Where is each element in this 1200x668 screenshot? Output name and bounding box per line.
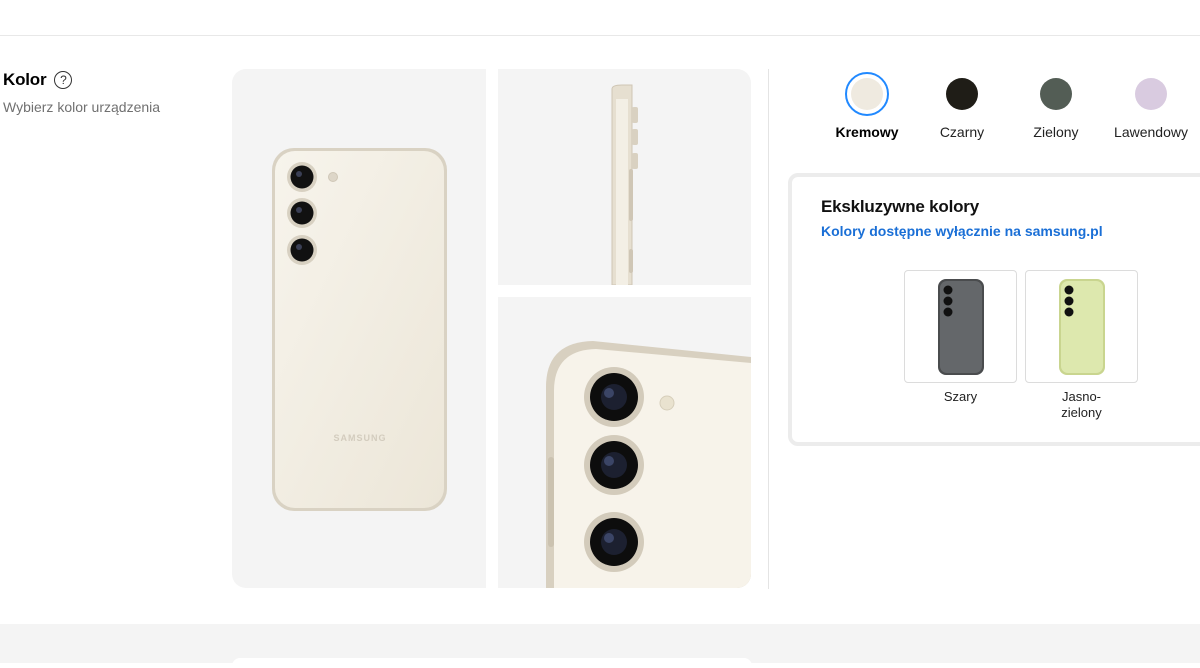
camera-closeup-illustration <box>546 341 751 588</box>
swatch-lawendowy <box>1135 78 1167 110</box>
next-section-panel <box>232 658 752 668</box>
exclusive-label: Jasno- zielony <box>1025 389 1138 421</box>
color-option-czarny[interactable]: Czarny <box>915 72 1009 140</box>
next-section-strip <box>0 624 1200 668</box>
color-option-zielony[interactable]: Zielony <box>1009 72 1103 140</box>
exclusive-label-line1: Jasno- <box>1061 389 1102 404</box>
swatch-ring <box>1129 72 1173 116</box>
color-label: Lawendowy <box>1114 124 1188 140</box>
swatch-czarny <box>946 78 978 110</box>
color-options: Kremowy Czarny Zielony Lawendowy <box>820 72 1200 142</box>
gallery-image-camera[interactable] <box>498 297 751 588</box>
exclusive-label: Szary <box>943 389 978 404</box>
camera-lens-1 <box>287 162 317 192</box>
exclusive-link[interactable]: Kolory dostępne wyłącznie na samsung.pl <box>821 223 1103 239</box>
question-circle-icon[interactable]: ? <box>54 71 73 89</box>
swatch-zielony <box>1040 78 1072 110</box>
exclusive-title: Ekskluzywne kolory <box>821 197 979 216</box>
gallery-image-back[interactable]: SAMSUNG <box>232 69 486 588</box>
exclusive-option-jasnozielony[interactable]: Jasno- zielony <box>1025 270 1138 421</box>
closeup-lens-1 <box>584 367 644 427</box>
brand-print: SAMSUNG <box>333 433 386 443</box>
gallery-image-side[interactable] <box>498 69 751 285</box>
closeup-lens-2 <box>584 435 644 495</box>
swatch-ring <box>940 72 984 116</box>
phone-thumb-lime <box>1058 278 1105 375</box>
color-label: Czarny <box>939 124 985 140</box>
exclusive-option-szary[interactable]: Szary <box>904 270 1017 405</box>
color-option-lawendowy[interactable]: Lawendowy <box>1104 72 1198 140</box>
vertical-divider <box>768 69 769 589</box>
exclusive-colors-card: Ekskluzywne kolory Kolory dostępne wyłąc… <box>788 173 1200 446</box>
color-option-kremowy[interactable]: Kremowy <box>820 72 914 140</box>
swatch-ring <box>845 72 889 116</box>
exclusive-thumb-jasnozielony <box>1025 270 1138 383</box>
phone-back-illustration: SAMSUNG <box>272 148 447 511</box>
exclusive-thumb-szary <box>904 270 1017 383</box>
closeup-lens-3 <box>584 512 644 572</box>
top-divider <box>0 35 1200 36</box>
color-label: Kremowy <box>835 124 899 140</box>
phone-side-illustration <box>611 84 638 285</box>
section-title: Kolor <box>3 70 47 89</box>
exclusive-label-line2: zielony <box>1061 405 1102 420</box>
camera-lens-2 <box>287 198 317 228</box>
color-section-header: Kolor ? Wybierz kolor urządzenia <box>3 70 160 115</box>
camera-lens-3 <box>287 235 317 265</box>
section-title-row: Kolor ? <box>3 70 160 90</box>
swatch-kremowy <box>851 78 883 110</box>
color-label: Zielony <box>1033 124 1079 140</box>
phone-thumb-gray <box>937 278 984 375</box>
swatch-ring <box>1034 72 1078 116</box>
section-subtitle: Wybierz kolor urządzenia <box>3 99 161 115</box>
